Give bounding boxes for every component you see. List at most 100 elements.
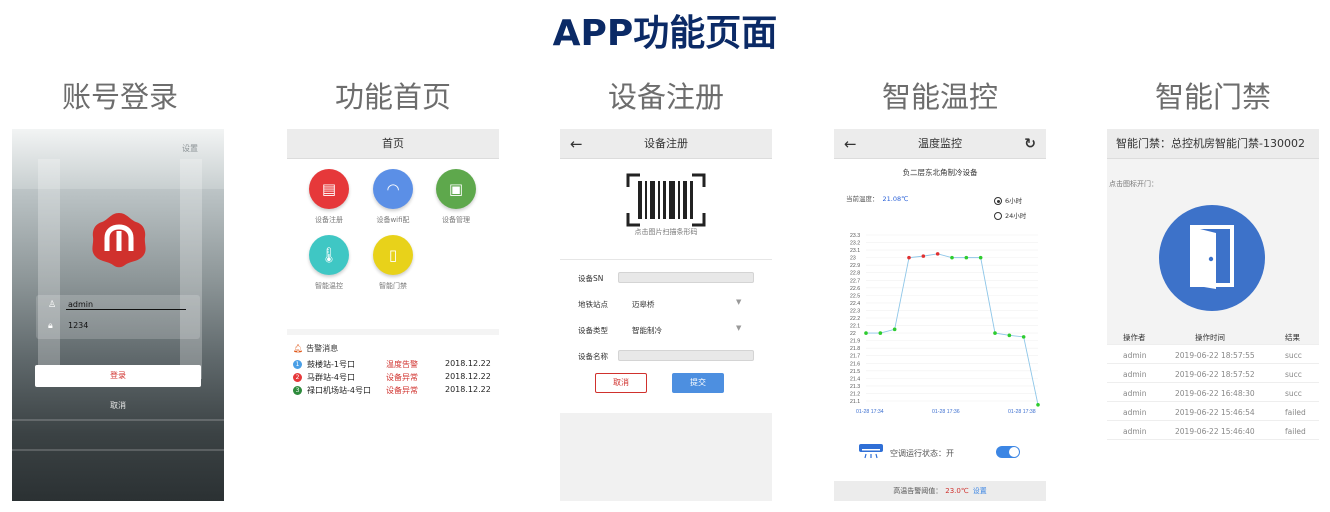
threshold-value: 23.0℃ [945,487,969,495]
function-label: 设备注册 [315,216,343,224]
station-pillar [180,159,202,379]
column-title-temperature: 智能温控 [881,80,998,114]
alert-row[interactable]: 2 马群站-4号口 设备异常 2018.12.22 [293,372,493,384]
y-tick-label: 21.7 [850,354,860,360]
column-header: 操作时间 [1195,333,1225,342]
cell-user: admin [1123,408,1147,417]
field-label: 设备名称 [578,352,608,361]
cancel-link[interactable]: 取消 [12,400,224,411]
y-tick-label: 21.6 [850,361,860,367]
function-register[interactable]: ▤ 设备注册 [299,169,359,225]
page-title: APP功能页面 [552,13,778,54]
temperature-header: ← 温度监控 ↻ [834,129,1046,159]
alert-row[interactable]: 1 鼓楼站-1号口 温度告警 2018.12.22 [293,359,493,371]
login-button[interactable]: 登录 [35,365,201,387]
threshold-settings-link[interactable]: 设置 [973,487,987,495]
alert-type: 设备异常 [386,386,418,395]
username-field[interactable]: ♙ admin [48,297,198,315]
column-title-home: 功能首页 [334,80,451,114]
cell-user: admin [1123,389,1147,398]
cell-result: succ [1285,351,1302,360]
cell-time: 2019-06-22 15:46:40 [1175,427,1255,436]
back-arrow-icon[interactable]: ← [570,129,583,159]
open-door-button[interactable] [1159,205,1265,311]
door-access-icon: ▯ [373,235,413,275]
range-label: 24小时 [1005,212,1027,220]
function-label: 智能温控 [315,282,343,290]
function-device-manage[interactable]: ▣ 设备管理 [426,169,486,225]
temperature-screen: ← 温度监控 ↻ 负二层东北角制冷设备 当前温度： 21.08℃ 6小时 24小时… [834,129,1046,501]
settings-link[interactable]: 设置 [182,143,198,154]
alert-station: 禄口机场站-4号口 [307,386,371,395]
data-point [993,331,997,335]
cancel-button[interactable]: 取消 [595,373,647,393]
username-value: admin [68,300,94,309]
alert-type: 温度告警 [386,360,418,369]
submit-button[interactable]: 提交 [672,373,724,393]
home-screen: 首页 ▤ 设备注册 ◠ 设备wifi配 ▣ 设备管理 🌡︎ 智能温控 ▯ 智能门… [287,129,499,501]
function-wifi[interactable]: ◠ 设备wifi配 [363,169,423,225]
temperature-chart: 23.323.223.12322.922.822.722.622.522.422… [850,233,1040,415]
radio-selected-icon [994,197,1002,205]
bell-icon: 🔔︎ [293,344,304,353]
function-temperature[interactable]: 🌡︎ 智能温控 [299,235,359,291]
y-tick-label: 22.4 [850,301,860,307]
data-point [864,331,868,335]
register-title: 设备注册 [644,137,688,150]
y-tick-label: 22.2 [850,316,860,322]
sn-field[interactable]: 设备SN [578,270,758,286]
table-row: admin 2019-06-22 18:57:55 succ [1107,346,1319,364]
range-label: 6小时 [1005,197,1023,205]
name-field[interactable]: 设备名称 [578,348,758,364]
column-header: 操作者 [1123,333,1146,342]
alert-number: 2 [293,373,302,382]
alert-panel: 🔔︎ 告警消息 1 鼓楼站-1号口 温度告警 2018.12.22 2 马群站-4… [287,329,499,501]
name-input[interactable] [618,350,754,361]
scan-panel[interactable]: 点击图片扫描条形码 [560,159,772,261]
column-title-door: 智能门禁 [1154,80,1271,114]
door-hint: 点击图标开门： [1109,180,1158,188]
table-row: admin 2019-06-22 16:48:30 succ [1107,384,1319,402]
type-value: 智能制冷 [632,326,662,335]
field-label: 设备SN [578,274,604,283]
current-temperature: 当前温度： 21.08℃ [846,193,908,203]
back-arrow-icon[interactable]: ← [844,129,857,159]
metro-logo-icon [92,213,146,268]
password-field[interactable]: 🔒︎ 1234 [48,318,198,336]
ac-toggle[interactable] [996,446,1020,458]
field-label: 设备类型 [578,326,608,335]
data-point [907,255,911,260]
lock-icon: 🔒︎ [48,321,53,331]
temperature-title: 温度监控 [918,137,962,150]
y-tick-label: 22.8 [850,271,860,277]
cell-time: 2019-06-22 18:57:52 [1175,370,1255,379]
ac-status-text: 空调运行状态：开 [890,449,954,458]
function-grid: ▤ 设备注册 ◠ 设备wifi配 ▣ 设备管理 🌡︎ 智能温控 ▯ 智能门禁 [287,159,499,329]
data-point [935,252,940,256]
refresh-icon[interactable]: ↻ [1024,129,1036,159]
type-select[interactable]: 设备类型 智能制冷 ▼ [578,322,758,338]
device-subtitle: 负二层东北角制冷设备 [902,168,978,177]
data-point [1021,335,1026,339]
range-option-24h[interactable]: 24小时 [994,210,1026,220]
user-icon: ♙ [48,300,57,310]
threshold-bar: 高温告警阈值： 23.0℃ 设置 [834,481,1046,501]
data-point [892,327,897,332]
cell-time: 2019-06-22 16:48:30 [1175,389,1255,398]
barcode-icon[interactable] [626,173,706,227]
range-option-6h[interactable]: 6小时 [994,195,1022,205]
y-tick-label: 21.8 [850,346,860,352]
column-title-register: 设备注册 [607,80,724,114]
function-door[interactable]: ▯ 智能门禁 [363,235,423,291]
platform-line [12,419,224,421]
function-label: 智能门禁 [379,282,407,290]
current-value: 21.08℃ [882,195,909,203]
register-header: ← 设备注册 [560,129,772,159]
register-form: 设备SN 地铁站点 迈皋桥 ▼ 设备类型 智能制冷 ▼ 设备名称 [560,259,772,413]
station-select[interactable]: 地铁站点 迈皋桥 ▼ [578,296,758,312]
alert-type: 设备异常 [386,373,418,382]
alert-row[interactable]: 3 禄口机场站-4号口 设备异常 2018.12.22 [293,385,493,397]
alert-title: 告警消息 [306,344,339,353]
sn-input[interactable] [618,272,754,283]
x-tick-label: 01-28 17:38 [1008,409,1036,415]
